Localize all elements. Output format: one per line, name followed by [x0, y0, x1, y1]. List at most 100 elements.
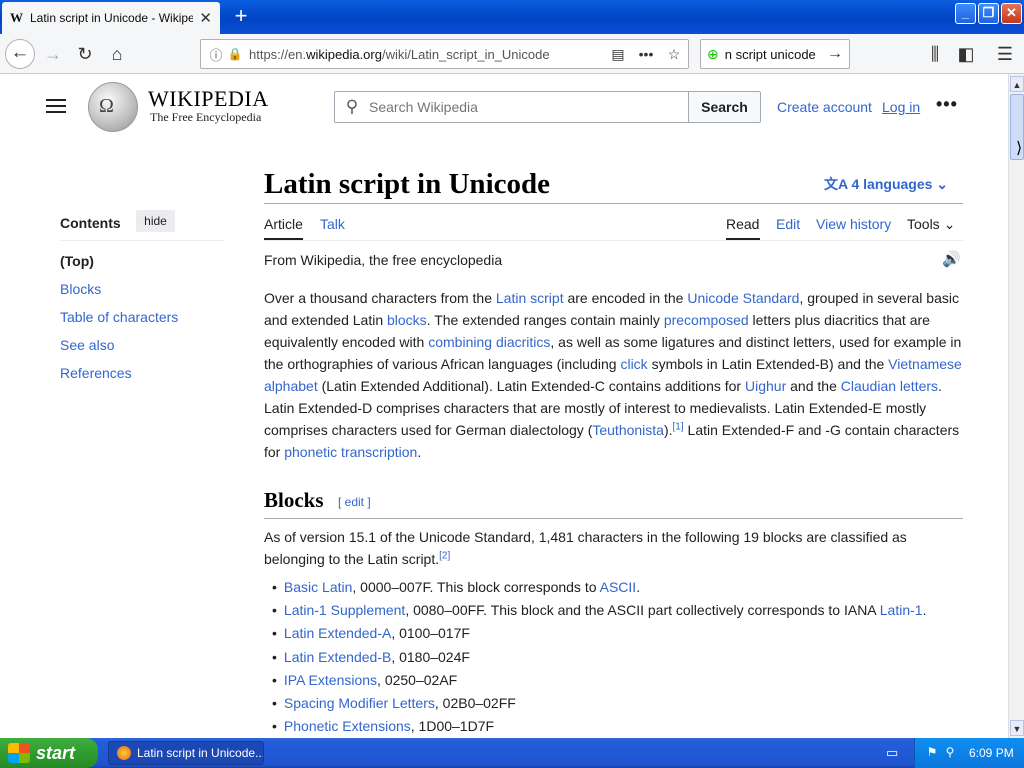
block-link[interactable]: IPA Extensions: [284, 672, 377, 688]
wiki-search-button[interactable]: Search: [688, 91, 761, 123]
minimize-button[interactable]: _: [955, 3, 976, 24]
ascii-link[interactable]: ASCII: [600, 579, 637, 595]
toc-item-top[interactable]: (Top): [60, 253, 94, 269]
taskbar: start Latin script in Unicode... ⚑ ⚲ 6:0…: [0, 738, 1024, 768]
browser-tab[interactable]: W Latin script in Unicode - Wikipedia ✕: [2, 2, 220, 34]
tab-edit[interactable]: Edit: [776, 216, 800, 232]
tab-article[interactable]: Article: [264, 216, 303, 232]
tab-title: Latin script in Unicode - Wikipedia: [30, 11, 194, 25]
translate-icon: 文A: [824, 176, 848, 192]
vertical-scrollbar[interactable]: ▲ ▼: [1008, 74, 1024, 738]
toc-item-blocks[interactable]: Blocks: [60, 281, 101, 297]
scroll-down-icon[interactable]: ▼: [1010, 720, 1024, 736]
title-divider: [264, 203, 963, 204]
section-heading-blocks: Blocks: [264, 488, 324, 512]
toc-item-see-also[interactable]: See also: [60, 337, 114, 353]
link-click[interactable]: click: [620, 356, 647, 372]
navigation-toolbar: ← → ↻ ⌂ ⓘ 🔒 https://en.wikipedia.org/wik…: [0, 34, 1024, 74]
wikipedia-favicon-icon: W: [10, 10, 23, 25]
reload-button[interactable]: ↻: [72, 41, 98, 67]
block-link[interactable]: Phonetic Extensions: [284, 718, 411, 734]
blocks-intro: As of version 15.1 of the Unicode Standa…: [264, 529, 907, 567]
network-icon[interactable]: ⚑: [925, 745, 939, 759]
toc-item-table-of-characters[interactable]: Table of characters: [60, 309, 178, 325]
main-menu-icon[interactable]: [46, 99, 66, 113]
block-link[interactable]: Basic Latin: [284, 579, 352, 595]
forward-button[interactable]: →: [40, 41, 66, 67]
browser-tab-bar: W Latin script in Unicode - Wikipedia ✕ …: [0, 0, 1024, 34]
scroll-up-icon[interactable]: ▲: [1010, 76, 1024, 92]
lock-icon[interactable]: 🔒: [227, 47, 243, 61]
link-combining-diacritics[interactable]: combining diacritics: [428, 334, 550, 350]
search-tray-icon[interactable]: ⚲: [943, 745, 957, 759]
list-item: Latin Extended-A, 0100–017F: [272, 622, 962, 645]
latin-1-link[interactable]: Latin-1: [880, 602, 923, 618]
firefox-icon: [117, 746, 131, 760]
block-link[interactable]: Spacing Modifier Letters: [284, 695, 435, 711]
list-item: Latin-1 Supplement, 0080–00FF. This bloc…: [272, 599, 962, 622]
close-window-button[interactable]: ✕: [1001, 3, 1022, 24]
link-unicode-standard[interactable]: Unicode Standard: [687, 290, 799, 306]
list-item: Phonetic Extensions, 1D00–1D7F: [272, 715, 962, 738]
search-icon: ⚲: [345, 97, 359, 116]
language-button[interactable]: 文A 4 languages ⌄: [824, 174, 948, 194]
home-button[interactable]: ⌂: [104, 41, 130, 67]
wiki-search-input[interactable]: ⚲ Search Wikipedia: [334, 91, 689, 123]
listen-audio-icon[interactable]: 🔊: [942, 250, 961, 268]
link-teuthonista[interactable]: Teuthonista: [592, 422, 664, 438]
link-phonetic-transcription[interactable]: phonetic transcription: [284, 444, 417, 460]
block-link[interactable]: Latin-1 Supplement: [284, 602, 405, 618]
close-tab-icon[interactable]: ✕: [199, 9, 212, 27]
create-account-link[interactable]: Create account: [777, 99, 872, 115]
wikipedia-globe-logo[interactable]: Ω: [88, 82, 138, 132]
login-link[interactable]: Log in: [882, 99, 920, 115]
toc-item-references[interactable]: References: [60, 365, 132, 381]
tabs-divider: [264, 240, 963, 241]
wikipedia-wordmark[interactable]: WIKIPEDIA: [148, 86, 269, 112]
clock: 6:09 PM: [969, 746, 1014, 760]
more-icon[interactable]: •••: [632, 46, 660, 62]
toc-hide-button[interactable]: hide: [136, 210, 175, 232]
link-blocks[interactable]: blocks: [387, 312, 427, 328]
chevron-down-icon: ⌄: [936, 176, 949, 192]
ref-2[interactable]: [2]: [439, 550, 450, 561]
tools-dropdown[interactable]: Tools ⌄: [907, 216, 955, 233]
sidebar-icon[interactable]: ◧: [953, 41, 979, 67]
link-precomposed[interactable]: precomposed: [664, 312, 749, 328]
system-tray: ⚑ ⚲ 6:09 PM: [914, 738, 1024, 768]
start-button[interactable]: start: [0, 738, 98, 768]
tab-view-history[interactable]: View history: [816, 216, 891, 232]
new-tab-button[interactable]: +: [228, 3, 254, 29]
block-link[interactable]: Latin Extended-A: [284, 625, 391, 641]
edit-section-link[interactable]: [ edit ]: [338, 495, 371, 509]
tab-read[interactable]: Read: [726, 216, 759, 232]
more-options-icon[interactable]: •••: [936, 94, 958, 115]
blocks-list: Basic Latin, 0000–007F. This block corre…: [272, 576, 962, 738]
lead-paragraph: Over a thousand characters from the Lati…: [264, 290, 962, 460]
maximize-button[interactable]: ❐: [978, 3, 999, 24]
desktop: W Latin script in Unicode - Wikipedia ✕ …: [0, 0, 1024, 768]
reader-icon[interactable]: ▤: [604, 46, 632, 63]
keyboard-icon[interactable]: ▭: [886, 745, 898, 761]
chevron-down-icon: ⌄: [943, 216, 956, 232]
info-icon[interactable]: ⓘ: [205, 45, 227, 64]
block-link[interactable]: Latin Extended-B: [284, 649, 391, 665]
taskbar-window-button[interactable]: Latin script in Unicode...: [108, 741, 264, 765]
url-bar[interactable]: ⓘ 🔒 https://en.wikipedia.org/wiki/Latin_…: [200, 39, 689, 69]
url-text[interactable]: https://en.wikipedia.org/wiki/Latin_scri…: [249, 47, 604, 62]
browser-search-box[interactable]: ⊕ n script unicode →: [700, 39, 850, 69]
wikipedia-tagline: The Free Encyclopedia: [150, 110, 262, 124]
library-icon[interactable]: ⫼: [922, 41, 948, 67]
tab-talk[interactable]: Talk: [320, 216, 345, 232]
list-item: Spacing Modifier Letters, 02B0–02FF: [272, 692, 962, 715]
back-button[interactable]: ←: [5, 39, 35, 69]
link-uighur[interactable]: Uighur: [745, 378, 786, 394]
link-latin-script[interactable]: Latin script: [496, 290, 564, 306]
ref-1[interactable]: [1]: [673, 421, 684, 432]
search-go-icon[interactable]: →: [827, 45, 843, 63]
list-item: Latin Extended-B, 0180–024F: [272, 646, 962, 669]
menu-icon[interactable]: ☰: [992, 41, 1018, 67]
reload-icon: ↻: [77, 44, 93, 64]
bookmark-star-icon[interactable]: ☆: [660, 46, 688, 63]
link-claudian-letters[interactable]: Claudian letters: [841, 378, 938, 394]
